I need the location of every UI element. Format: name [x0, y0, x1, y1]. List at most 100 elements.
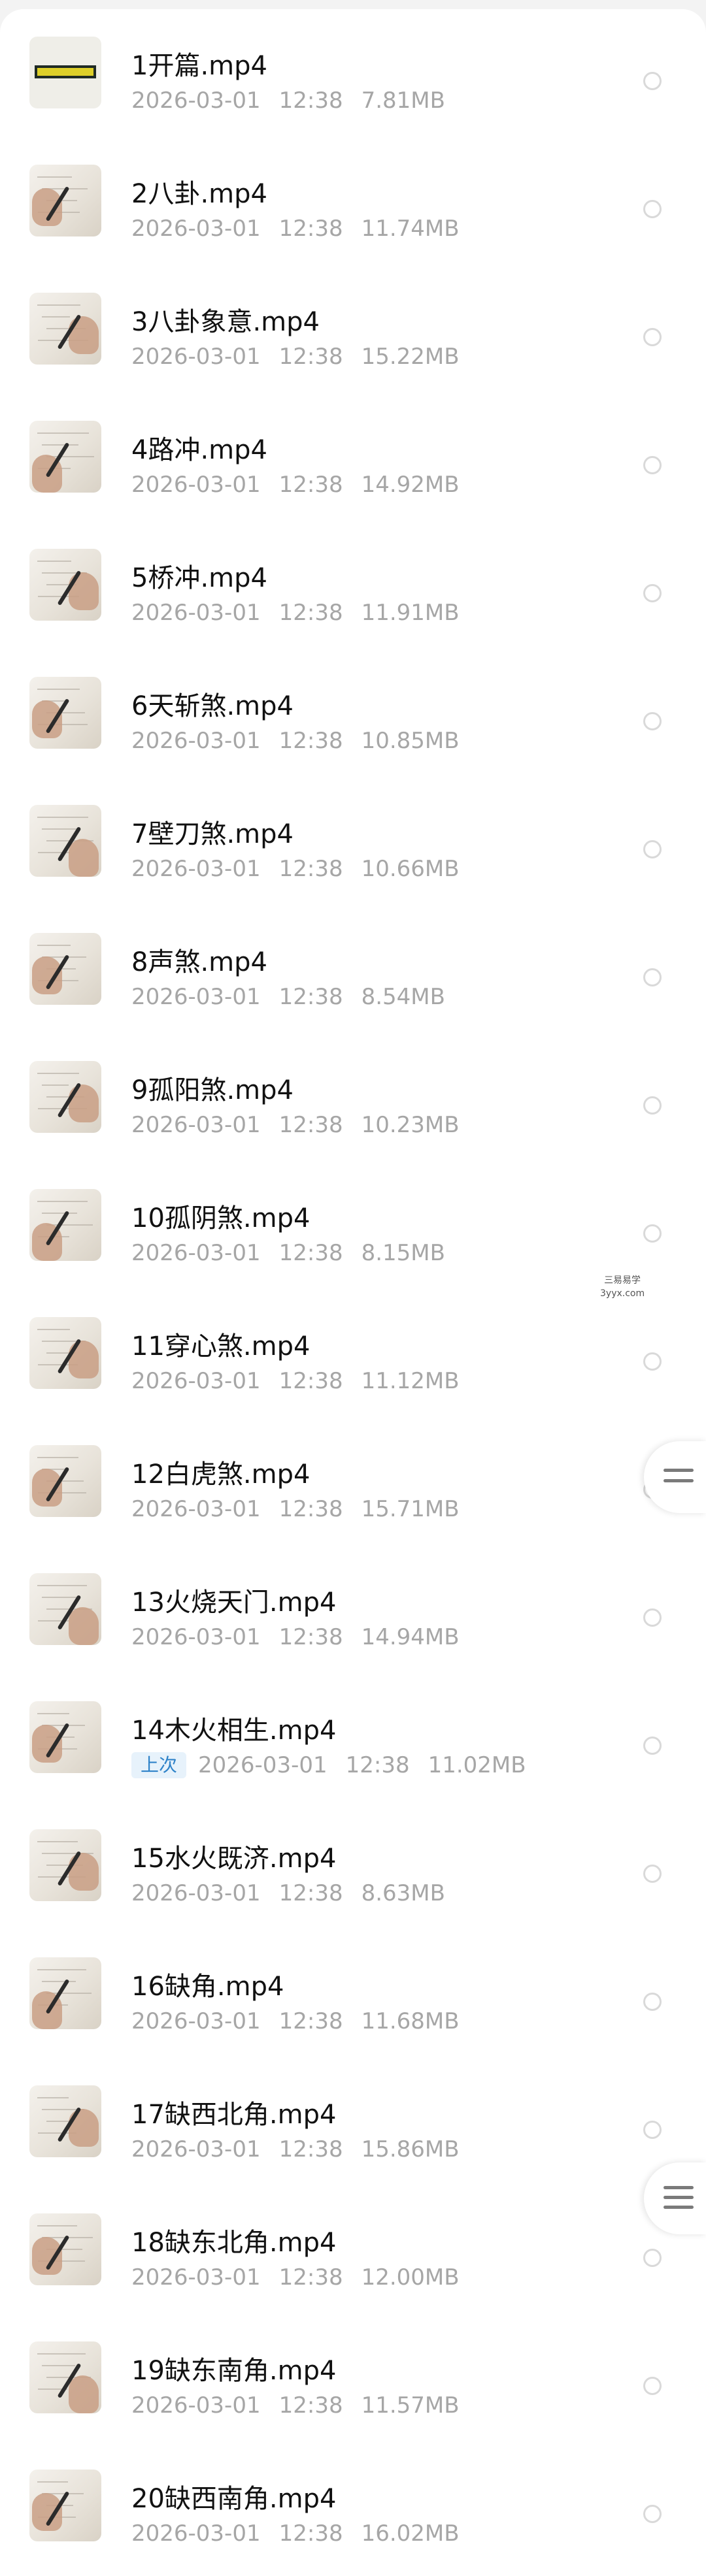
file-row[interactable]: 4路冲.mp4 2026-03-01 12:38 14.92MB — [0, 384, 706, 512]
file-date: 2026-03-01 — [131, 2264, 261, 2291]
video-thumbnail[interactable] — [29, 2213, 101, 2285]
select-radio[interactable] — [643, 1736, 662, 1755]
file-row[interactable]: 6天斩煞.mp4 2026-03-01 12:38 10.85MB — [0, 640, 706, 768]
select-radio[interactable] — [643, 1224, 662, 1243]
select-radio[interactable] — [643, 2377, 662, 2395]
video-thumbnail[interactable] — [29, 293, 101, 365]
file-size: 16.02MB — [361, 2520, 460, 2547]
select-radio[interactable] — [643, 1608, 662, 1627]
file-row[interactable]: 2八卦.mp4 2026-03-01 12:38 11.74MB — [0, 128, 706, 256]
video-thumbnail[interactable] — [29, 2470, 101, 2541]
file-row[interactable]: 19缺东南角.mp4 2026-03-01 12:38 11.57MB — [0, 2305, 706, 2433]
select-radio[interactable] — [643, 72, 662, 90]
video-thumbnail[interactable] — [29, 549, 101, 621]
video-thumbnail[interactable] — [29, 805, 101, 877]
file-date: 2026-03-01 — [131, 2008, 261, 2034]
file-name: 6天斩煞.mp4 — [131, 691, 294, 721]
video-thumbnail[interactable] — [29, 1829, 101, 1901]
file-date: 2026-03-01 — [198, 1752, 328, 1778]
select-radio[interactable] — [643, 1352, 662, 1371]
file-time: 12:38 — [278, 600, 343, 626]
file-row[interactable]: 7壁刀煞.mp4 2026-03-01 12:38 10.66MB — [0, 768, 706, 896]
video-thumbnail[interactable] — [29, 1061, 101, 1133]
select-radio[interactable] — [643, 1865, 662, 1883]
select-radio[interactable] — [643, 1096, 662, 1115]
file-row[interactable]: 9孤阳煞.mp4 2026-03-01 12:38 10.23MB — [0, 1024, 706, 1152]
file-name: 11穿心煞.mp4 — [131, 1331, 311, 1361]
select-radio[interactable] — [643, 2249, 662, 2267]
select-radio[interactable] — [643, 584, 662, 602]
file-row[interactable]: 5桥冲.mp4 2026-03-01 12:38 11.91MB — [0, 512, 706, 640]
file-row[interactable]: 12白虎煞.mp4 2026-03-01 12:38 15.71MB — [0, 1409, 706, 1537]
file-size: 15.71MB — [361, 1496, 460, 1522]
select-radio[interactable] — [643, 200, 662, 218]
file-time: 12:38 — [278, 216, 343, 242]
select-radio[interactable] — [643, 2505, 662, 2523]
video-thumbnail[interactable] — [29, 1445, 101, 1517]
file-time: 12:38 — [278, 2264, 343, 2291]
file-name: 2八卦.mp4 — [131, 179, 267, 209]
video-thumbnail[interactable] — [29, 1957, 101, 2029]
file-size: 8.15MB — [361, 1240, 445, 1266]
file-row[interactable]: 17缺西北角.mp4 2026-03-01 12:38 15.86MB — [0, 2049, 706, 2177]
file-time: 12:38 — [345, 1752, 410, 1778]
file-date: 2026-03-01 — [131, 216, 261, 242]
video-thumbnail[interactable] — [29, 1317, 101, 1389]
video-thumbnail[interactable] — [29, 1701, 101, 1773]
select-radio[interactable] — [643, 328, 662, 346]
video-thumbnail[interactable] — [29, 421, 101, 493]
video-thumbnail[interactable] — [29, 2341, 101, 2413]
file-meta: 2026-03-01 12:38 12.00MB — [131, 2264, 460, 2291]
file-row[interactable]: 10孤阴煞.mp4 2026-03-01 12:38 8.15MB — [0, 1152, 706, 1280]
file-size: 7.81MB — [361, 88, 445, 114]
video-thumbnail[interactable] — [29, 165, 101, 236]
file-row[interactable]: 1开篇.mp4 2026-03-01 12:38 7.81MB — [0, 0, 706, 128]
file-row[interactable]: 20缺西南角.mp4 2026-03-01 12:38 16.02MB — [0, 2433, 706, 2561]
file-size: 15.86MB — [361, 2136, 460, 2162]
file-row[interactable]: 8声煞.mp4 2026-03-01 12:38 8.54MB — [0, 896, 706, 1024]
file-name: 18缺东北角.mp4 — [131, 2228, 337, 2258]
file-meta: 2026-03-01 12:38 7.81MB — [131, 88, 445, 114]
file-size: 8.63MB — [361, 1880, 445, 1906]
file-meta: 2026-03-01 12:38 8.54MB — [131, 984, 445, 1010]
file-size: 12.00MB — [361, 2264, 460, 2291]
file-name: 7壁刀煞.mp4 — [131, 819, 294, 849]
video-thumbnail[interactable] — [29, 2085, 101, 2157]
file-time: 12:38 — [278, 856, 343, 882]
file-row[interactable]: 3八卦象意.mp4 2026-03-01 12:38 15.22MB — [0, 256, 706, 384]
file-meta: 2026-03-01 12:38 11.12MB — [131, 1368, 460, 1394]
file-time: 12:38 — [278, 728, 343, 754]
video-thumbnail[interactable] — [29, 1573, 101, 1645]
video-thumbnail[interactable] — [29, 1189, 101, 1261]
file-meta: 2026-03-01 12:38 10.23MB — [131, 1112, 460, 1138]
file-size: 11.91MB — [361, 600, 460, 626]
file-row[interactable]: 18缺东北角.mp4 2026-03-01 12:38 12.00MB — [0, 2177, 706, 2305]
video-thumbnail[interactable] — [29, 37, 101, 108]
select-radio[interactable] — [643, 968, 662, 986]
select-radio[interactable] — [643, 712, 662, 730]
file-row[interactable]: 15水火既济.mp4 2026-03-01 12:38 8.63MB — [0, 1793, 706, 1921]
select-radio[interactable] — [643, 2121, 662, 2139]
file-row[interactable]: 14木火相生.mp4 上次 2026-03-01 12:38 11.02MB — [0, 1665, 706, 1793]
file-name: 20缺西南角.mp4 — [131, 2484, 337, 2514]
file-name: 16缺角.mp4 — [131, 1972, 284, 2002]
file-date: 2026-03-01 — [131, 1880, 261, 1906]
file-meta: 2026-03-01 12:38 14.94MB — [131, 1624, 460, 1650]
file-date: 2026-03-01 — [131, 728, 261, 754]
file-row[interactable]: 16缺角.mp4 2026-03-01 12:38 11.68MB — [0, 1921, 706, 2049]
file-time: 12:38 — [278, 2136, 343, 2162]
select-radio[interactable] — [643, 456, 662, 474]
menu-icon — [664, 1465, 694, 1490]
menu-icon — [664, 2186, 694, 2211]
file-meta: 2026-03-01 12:38 15.22MB — [131, 344, 460, 370]
file-size: 10.66MB — [361, 856, 460, 882]
select-radio[interactable] — [643, 1993, 662, 2011]
select-radio[interactable] — [643, 840, 662, 858]
file-name: 17缺西北角.mp4 — [131, 2100, 337, 2130]
video-thumbnail[interactable] — [29, 933, 101, 1005]
file-date: 2026-03-01 — [131, 1368, 261, 1394]
video-thumbnail[interactable] — [29, 677, 101, 749]
file-name: 10孤阴煞.mp4 — [131, 1203, 311, 1233]
file-row[interactable]: 13火烧天门.mp4 2026-03-01 12:38 14.94MB — [0, 1537, 706, 1665]
file-name: 1开篇.mp4 — [131, 51, 267, 81]
